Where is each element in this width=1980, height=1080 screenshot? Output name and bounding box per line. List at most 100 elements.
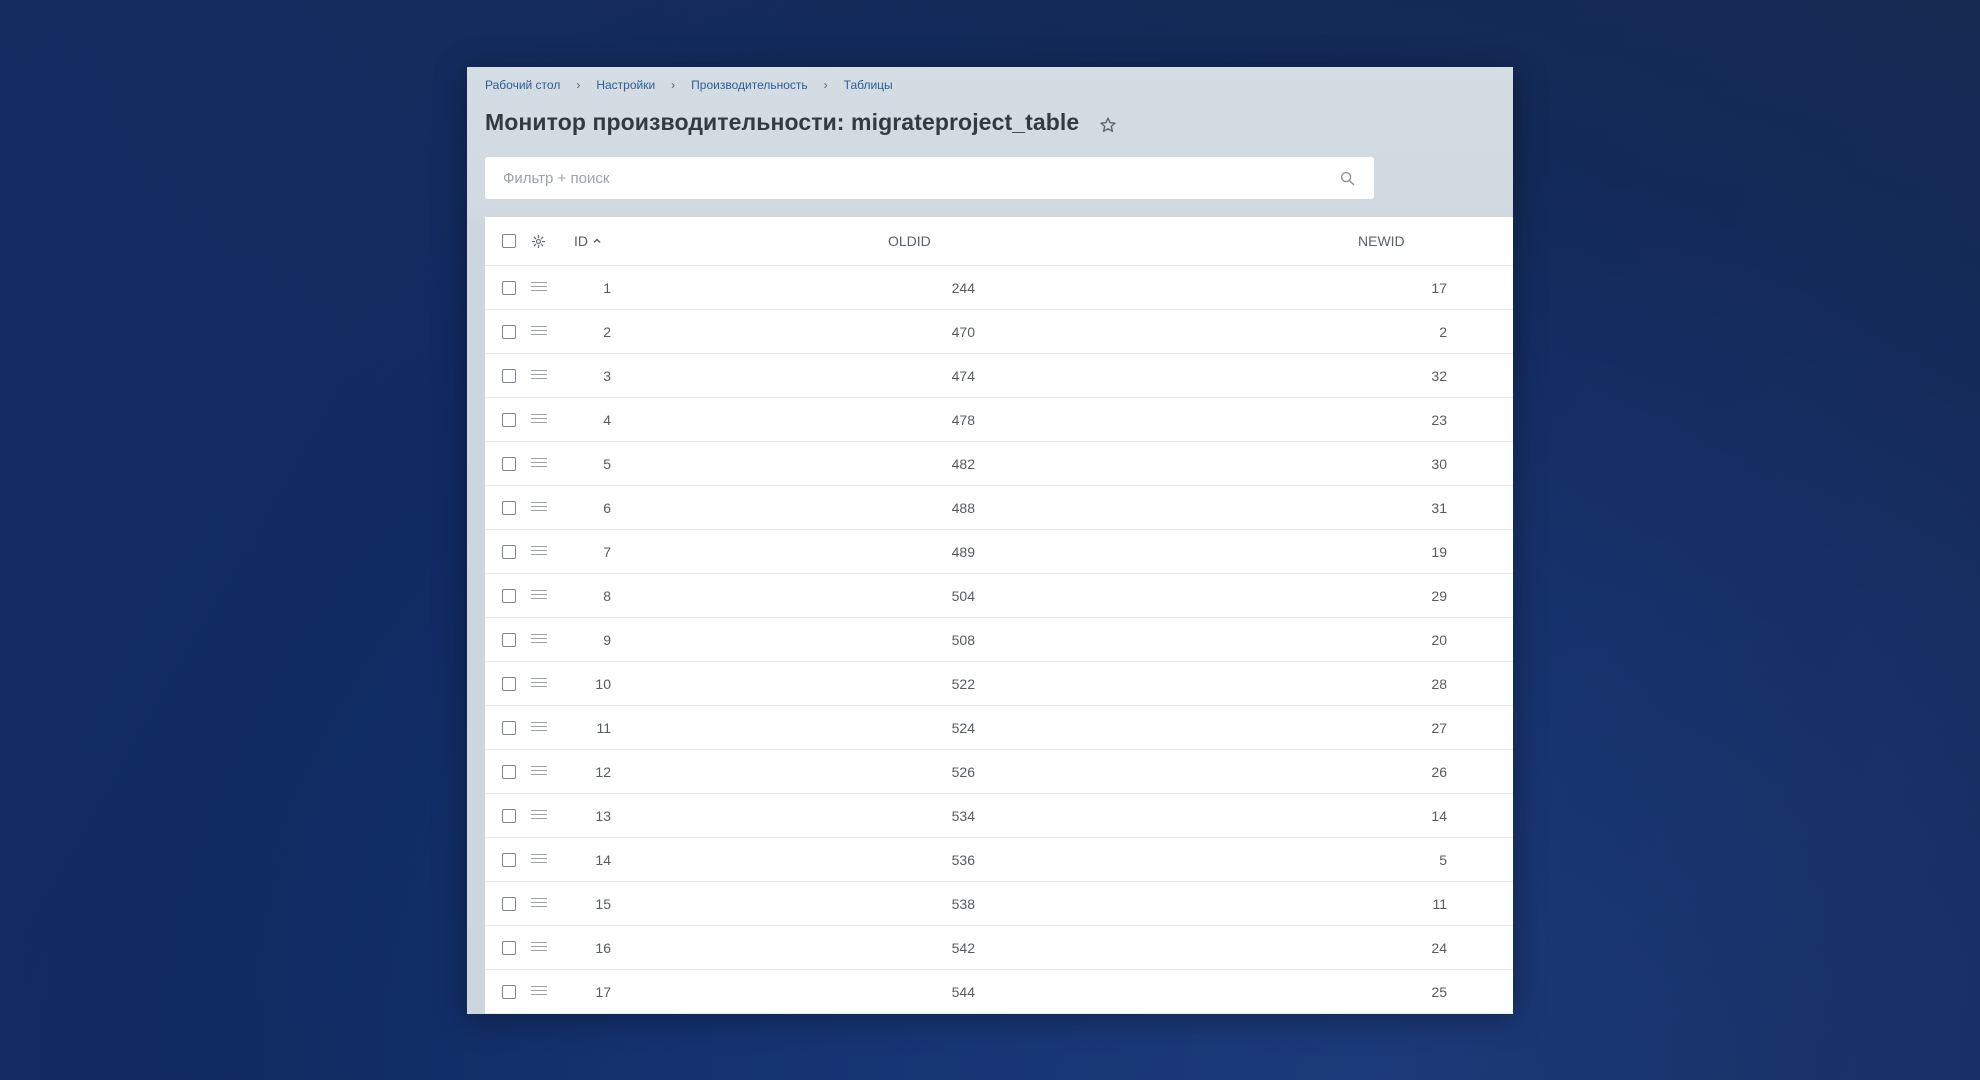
menu-icon[interactable] [531,853,547,866]
cell-newid: 17 [1431,279,1447,296]
table-row[interactable]: 13 534 14 [485,794,1513,838]
menu-icon[interactable] [531,501,547,514]
breadcrumb-tables[interactable]: Таблицы [844,78,893,92]
chevron-right-icon: › [576,78,581,92]
cell-newid: 32 [1431,367,1447,384]
table-row[interactable]: 10 522 28 [485,662,1513,706]
cell-newid: 20 [1431,631,1447,648]
cell-oldid: 489 [951,543,975,560]
row-checkbox[interactable] [502,632,516,647]
table-row[interactable]: 12 526 26 [485,750,1513,794]
table-row[interactable]: 14 536 5 [485,838,1513,882]
menu-icon[interactable] [531,633,547,646]
table-row[interactable]: 1 244 17 [485,266,1513,310]
table-row[interactable]: 8 504 29 [485,574,1513,618]
select-all-checkbox[interactable] [502,234,516,248]
row-checkbox[interactable] [502,544,516,559]
cell-oldid: 244 [951,279,975,296]
menu-icon[interactable] [531,325,547,338]
cell-newid: 14 [1431,807,1447,824]
column-header-newid[interactable]: NEWID [1358,233,1405,249]
search-box [485,157,1374,199]
cell-newid: 27 [1431,719,1447,736]
cell-id: 17 [595,983,611,1000]
breadcrumb-settings[interactable]: Настройки [596,78,655,92]
row-checkbox[interactable] [502,852,516,867]
row-checkbox[interactable] [502,896,516,911]
cell-oldid: 534 [951,807,975,824]
row-checkbox[interactable] [502,500,516,515]
cell-id: 4 [603,411,611,428]
cell-newid: 23 [1431,411,1447,428]
row-checkbox[interactable] [502,456,516,471]
chevron-up-icon [592,236,602,246]
table-row[interactable]: 2 470 2 [485,310,1513,354]
breadcrumb-desktop[interactable]: Рабочий стол [485,78,560,92]
row-checkbox[interactable] [502,676,516,691]
search-icon[interactable] [1338,169,1356,187]
menu-icon[interactable] [531,985,547,998]
row-checkbox[interactable] [502,808,516,823]
table-row[interactable]: 16 542 24 [485,926,1513,970]
menu-icon[interactable] [531,281,547,294]
table-row[interactable]: 17 544 25 [485,970,1513,1014]
row-checkbox[interactable] [502,588,516,603]
cell-oldid: 478 [951,411,975,428]
menu-icon[interactable] [531,589,547,602]
star-icon[interactable] [1097,114,1119,136]
cell-oldid: 524 [951,719,975,736]
column-header-oldid[interactable]: OLDID [888,233,931,249]
app-window: Рабочий стол › Настройки › Производитель… [467,67,1513,1014]
cell-oldid: 488 [951,499,975,516]
row-checkbox[interactable] [502,412,516,427]
cell-newid: 28 [1431,675,1447,692]
cell-newid: 24 [1431,939,1447,956]
row-checkbox[interactable] [502,720,516,735]
table-row[interactable]: 7 489 19 [485,530,1513,574]
table-row[interactable]: 9 508 20 [485,618,1513,662]
menu-icon[interactable] [531,941,547,954]
cell-id: 11 [596,719,611,736]
row-checkbox[interactable] [502,280,516,295]
cell-oldid: 508 [951,631,975,648]
cell-newid: 19 [1431,543,1447,560]
menu-icon[interactable] [531,809,547,822]
menu-icon[interactable] [531,897,547,910]
menu-icon[interactable] [531,369,547,382]
cell-newid: 11 [1432,895,1447,912]
row-checkbox[interactable] [502,940,516,955]
row-checkbox[interactable] [502,324,516,339]
menu-icon[interactable] [531,457,547,470]
cell-newid: 5 [1439,851,1447,868]
search-input[interactable] [503,169,1338,187]
cell-oldid: 470 [951,323,975,340]
column-header-id[interactable]: ID [574,233,602,249]
cell-id: 10 [595,675,611,692]
row-checkbox[interactable] [502,764,516,779]
menu-icon[interactable] [531,545,547,558]
cell-id: 1 [603,279,611,296]
table-row[interactable]: 4 478 23 [485,398,1513,442]
table-row[interactable]: 6 488 31 [485,486,1513,530]
cell-oldid: 544 [951,983,975,1000]
menu-icon[interactable] [531,413,547,426]
gear-icon[interactable] [530,233,546,249]
cell-oldid: 522 [951,675,975,692]
cell-newid: 25 [1431,983,1447,1000]
cell-newid: 31 [1431,499,1447,516]
cell-oldid: 474 [951,367,975,384]
row-checkbox[interactable] [502,984,516,999]
table-row[interactable]: 3 474 32 [485,354,1513,398]
cell-id: 15 [595,895,611,912]
menu-icon[interactable] [531,677,547,690]
cell-newid: 26 [1431,763,1447,780]
cell-id: 12 [595,763,611,780]
table-row[interactable]: 15 538 11 [485,882,1513,926]
cell-id: 2 [603,323,611,340]
menu-icon[interactable] [531,765,547,778]
breadcrumb-performance[interactable]: Производительность [691,78,807,92]
row-checkbox[interactable] [502,368,516,383]
table-row[interactable]: 11 524 27 [485,706,1513,750]
table-row[interactable]: 5 482 30 [485,442,1513,486]
menu-icon[interactable] [531,721,547,734]
